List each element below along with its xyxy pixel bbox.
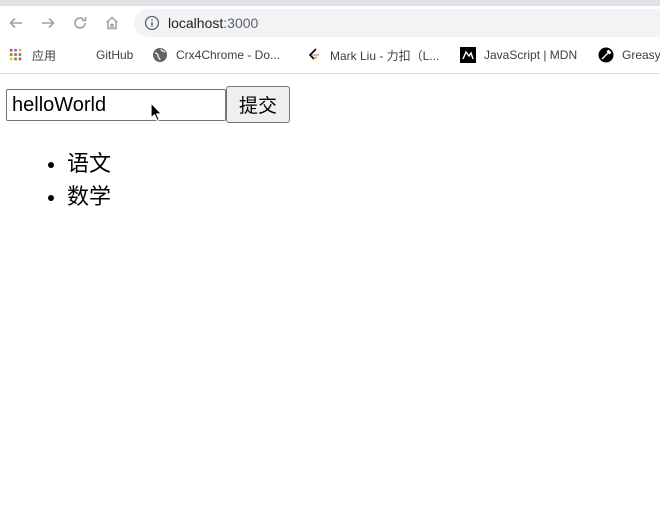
home-button[interactable] bbox=[101, 12, 123, 34]
bookmark-leetcode[interactable]: Mark Liu - 力扣（L... bbox=[306, 46, 439, 64]
greasyfork-icon bbox=[598, 47, 614, 63]
bookmark-label: Greasy bbox=[622, 48, 660, 62]
apps-grid-icon bbox=[9, 48, 22, 61]
globe-icon bbox=[153, 48, 167, 62]
tab-strip bbox=[0, 0, 660, 6]
url-port: :3000 bbox=[223, 15, 259, 31]
mouse-cursor-icon bbox=[150, 102, 163, 122]
url-host: localhost bbox=[168, 15, 224, 31]
bookmark-mdn[interactable]: JavaScript | MDN bbox=[460, 46, 577, 64]
bookmark-greasyfork[interactable]: Greasy bbox=[598, 46, 660, 64]
mdn-icon bbox=[460, 47, 476, 63]
bookmark-label: GitHub bbox=[96, 48, 134, 62]
bookmarks-bar: 应用 GitHub Crx4Chrome - Do... Mark Liu - … bbox=[0, 44, 660, 66]
leetcode-icon bbox=[308, 48, 319, 60]
bookmark-crx4chrome[interactable]: Crx4Chrome - Do... bbox=[152, 46, 280, 64]
browser-chrome: localhost:3000 应用 GitHub Crx4Chrome - Do… bbox=[0, 0, 660, 74]
bookmark-label: JavaScript | MDN bbox=[484, 48, 578, 62]
forward-arrow-icon bbox=[42, 17, 55, 29]
page-content: 提交 语文 数学 bbox=[0, 74, 660, 532]
list-item: 数学 bbox=[67, 181, 111, 214]
back-button[interactable] bbox=[5, 12, 27, 34]
forward-button[interactable] bbox=[37, 12, 59, 34]
bookmark-apps[interactable]: 应用 bbox=[9, 46, 56, 64]
url-text: localhost:3000 bbox=[168, 15, 258, 31]
info-icon bbox=[144, 15, 160, 31]
back-arrow-icon bbox=[9, 17, 22, 29]
address-bar[interactable]: localhost:3000 bbox=[134, 9, 660, 37]
bookmark-label: Mark Liu - 力扣（L... bbox=[330, 48, 440, 63]
home-icon bbox=[105, 16, 119, 30]
todo-list: 语文 数学 bbox=[27, 148, 111, 214]
bookmark-label: Crx4Chrome - Do... bbox=[176, 48, 281, 62]
bookmark-label: 应用 bbox=[32, 48, 57, 63]
bookmark-github[interactable]: GitHub bbox=[96, 46, 133, 64]
reload-button[interactable] bbox=[69, 12, 91, 34]
list-item: 语文 bbox=[67, 148, 111, 181]
reload-icon bbox=[74, 17, 87, 29]
todo-input[interactable] bbox=[6, 89, 226, 121]
submit-button[interactable]: 提交 bbox=[226, 86, 290, 123]
